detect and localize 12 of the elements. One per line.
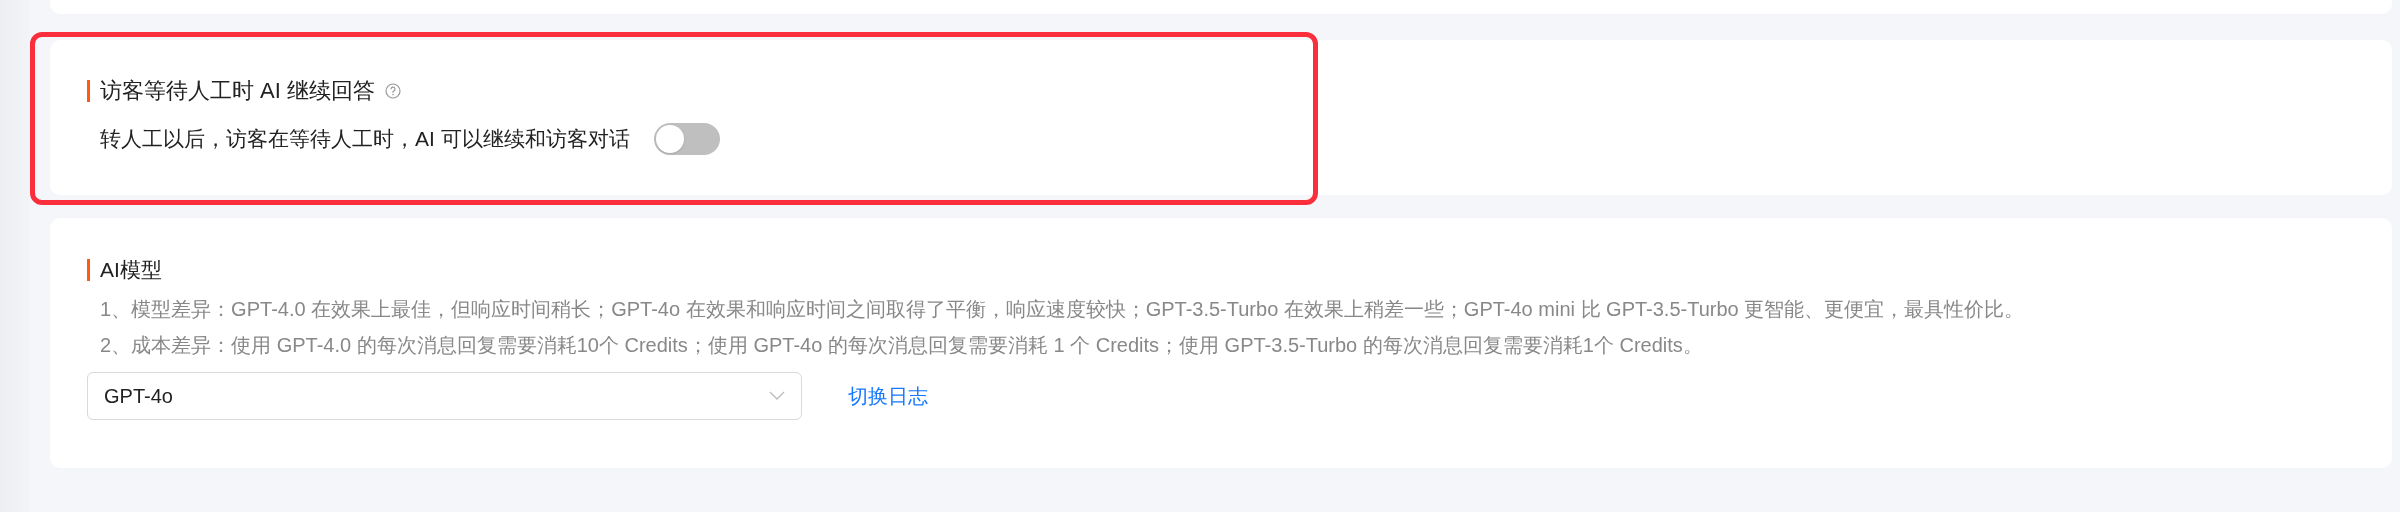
help-icon <box>385 82 401 99</box>
chevron-down-icon <box>769 390 785 401</box>
section-title: 访客等待人工时 AI 继续回答 <box>100 77 375 105</box>
accent-bar <box>87 79 90 102</box>
model-select[interactable]: GPT-4o <box>87 371 802 420</box>
toggle-switch[interactable] <box>653 123 720 155</box>
note-text: 2、成本差异：使用 GPT-4.0 的每次消息回复需要消耗10个 Credits；使用 GPT-4o 的每次消息回复需要消耗 1 个 Credits；使用 GPT-3.5-Turbo 的每次消息回复需要消耗1个 Credits。 <box>100 332 1704 358</box>
note-text: 1、模型差异：GPT-4.0 在效果上最佳，但响应时间稍长；GPT-4o 在效果和响应时间之间取得了平衡，响应速度较快；GPT-3.5-Turbo 在效果上稍差一些；GPT-4o mini 比 GPT-3.5-Turbo 更智能、更便宜，最具性价比。 <box>100 296 2026 322</box>
section-title: AI模型 <box>100 257 162 283</box>
changelog-link[interactable]: 切换日志 <box>848 380 928 411</box>
setting-description: 转人工以后，访客在等待人工时，AI 可以继续和访客对话 <box>100 126 630 153</box>
accent-bar <box>87 258 90 281</box>
